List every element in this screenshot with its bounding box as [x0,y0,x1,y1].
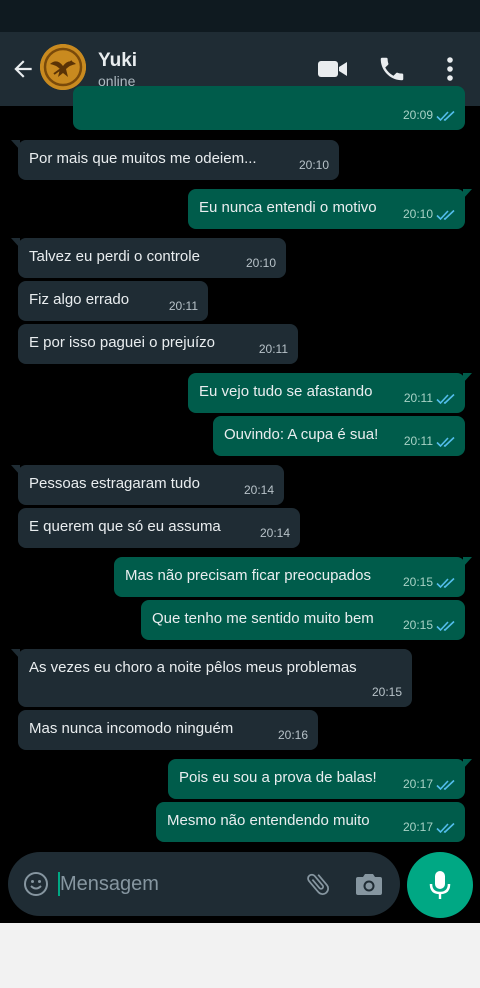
double-check-icon [436,577,455,589]
message-incoming[interactable]: Fiz algo errado 20:11 [18,281,208,321]
double-check-icon [436,393,455,405]
status-bar [0,0,480,32]
message-time: 20:11 [403,391,433,405]
mic-icon [429,871,451,899]
message-list: 20:09 Por mais que muitos me odeiem... 2… [0,86,480,846]
message-time: 20:11 [258,342,288,356]
message-time: 20:17 [402,820,433,834]
message-text: Mas nunca incomodo ninguém [29,720,234,737]
message-text: E querem que só eu assuma [29,518,221,535]
message-time: 20:15 [402,575,433,589]
message-incoming[interactable]: Pessoas estragaram tudo 20:14 [11,465,284,505]
more-options-icon[interactable] [434,54,466,84]
message-time: 20:17 [402,777,433,791]
message-text: Mesmo não entendendo muito [167,812,370,829]
chat-screen: Yuki online 20:09 Por mais que muitos me… [0,0,480,923]
message-outgoing[interactable]: Mesmo não entendendo muito 20:17 [156,802,465,842]
message-time: 20:11 [403,434,433,448]
message-text: Pessoas estragaram tudo [29,475,200,492]
video-call-icon[interactable] [316,54,348,84]
message-incoming[interactable]: E por isso paguei o prejuízo 20:11 [18,324,298,364]
message-text: Que tenho me sentido muito bem [152,610,374,627]
message-incoming[interactable]: Mas nunca incomodo ninguém 20:16 [18,710,318,750]
contact-name[interactable]: Yuki [98,50,137,72]
message-text: Por mais que muitos me odeiem... [29,150,257,167]
voice-record-button[interactable] [407,852,473,918]
avatar[interactable] [40,44,86,90]
message-outgoing[interactable]: Mas não precisam ficar preocupados 20:15 [114,557,472,597]
double-check-icon [436,110,455,122]
message-text: Ouvindo: A cupa é sua! [224,426,379,443]
message-time: 20:14 [243,483,274,497]
camera-icon[interactable] [354,870,384,898]
back-arrow-icon[interactable] [10,56,36,82]
message-text: Eu nunca entendi o motivo [199,199,377,216]
message-incoming[interactable]: Talvez eu perdi o controle 20:10 [11,238,286,278]
message-time: 20:15 [371,685,402,699]
message-text: Eu vejo tudo se afastando [199,383,373,400]
message-outgoing[interactable]: Ouvindo: A cupa é sua! 20:11 [213,416,465,456]
message-input[interactable] [60,868,290,900]
message-outgoing[interactable]: Eu vejo tudo se afastando 20:11 [188,373,472,413]
double-check-icon [436,620,455,632]
message-outgoing[interactable]: Que tenho me sentido muito bem 20:15 [141,600,465,640]
message-time: 20:16 [277,728,308,742]
message-incoming[interactable]: E querem que só eu assuma 20:14 [18,508,300,548]
double-check-icon [436,779,455,791]
double-check-icon [436,209,455,221]
double-check-icon [436,822,455,834]
message-outgoing[interactable]: Eu nunca entendi o motivo 20:10 [188,189,472,229]
message-incoming[interactable]: Por mais que muitos me odeiem... 20:10 [11,140,339,180]
mockingjay-logo-icon [40,44,86,90]
message-outgoing[interactable]: 20:09 [73,86,465,130]
message-text: Pois eu sou a prova de balas! [179,769,377,786]
message-time: 20:09 [402,108,433,122]
message-text: As vezes eu choro a noite pêlos meus pro… [29,659,357,676]
emoji-icon[interactable] [23,871,49,897]
message-text: Mas não precisam ficar preocupados [125,567,371,584]
message-time: 20:10 [245,256,276,270]
double-check-icon [436,436,455,448]
message-composer [8,852,400,916]
message-incoming[interactable]: As vezes eu choro a noite pêlos meus pro… [11,649,412,707]
message-text: Talvez eu perdi o controle [29,248,200,265]
message-time: 20:14 [259,526,290,540]
phone-icon[interactable] [376,54,408,84]
message-text: E por isso paguei o prejuízo [29,334,215,351]
message-time: 20:11 [168,299,198,313]
message-time: 20:10 [298,158,329,172]
attach-icon[interactable] [304,870,332,898]
message-text: Fiz algo errado [29,291,130,308]
message-outgoing[interactable]: Pois eu sou a prova de balas! 20:17 [168,759,472,799]
message-time: 20:15 [402,618,433,632]
message-time: 20:10 [402,207,433,221]
